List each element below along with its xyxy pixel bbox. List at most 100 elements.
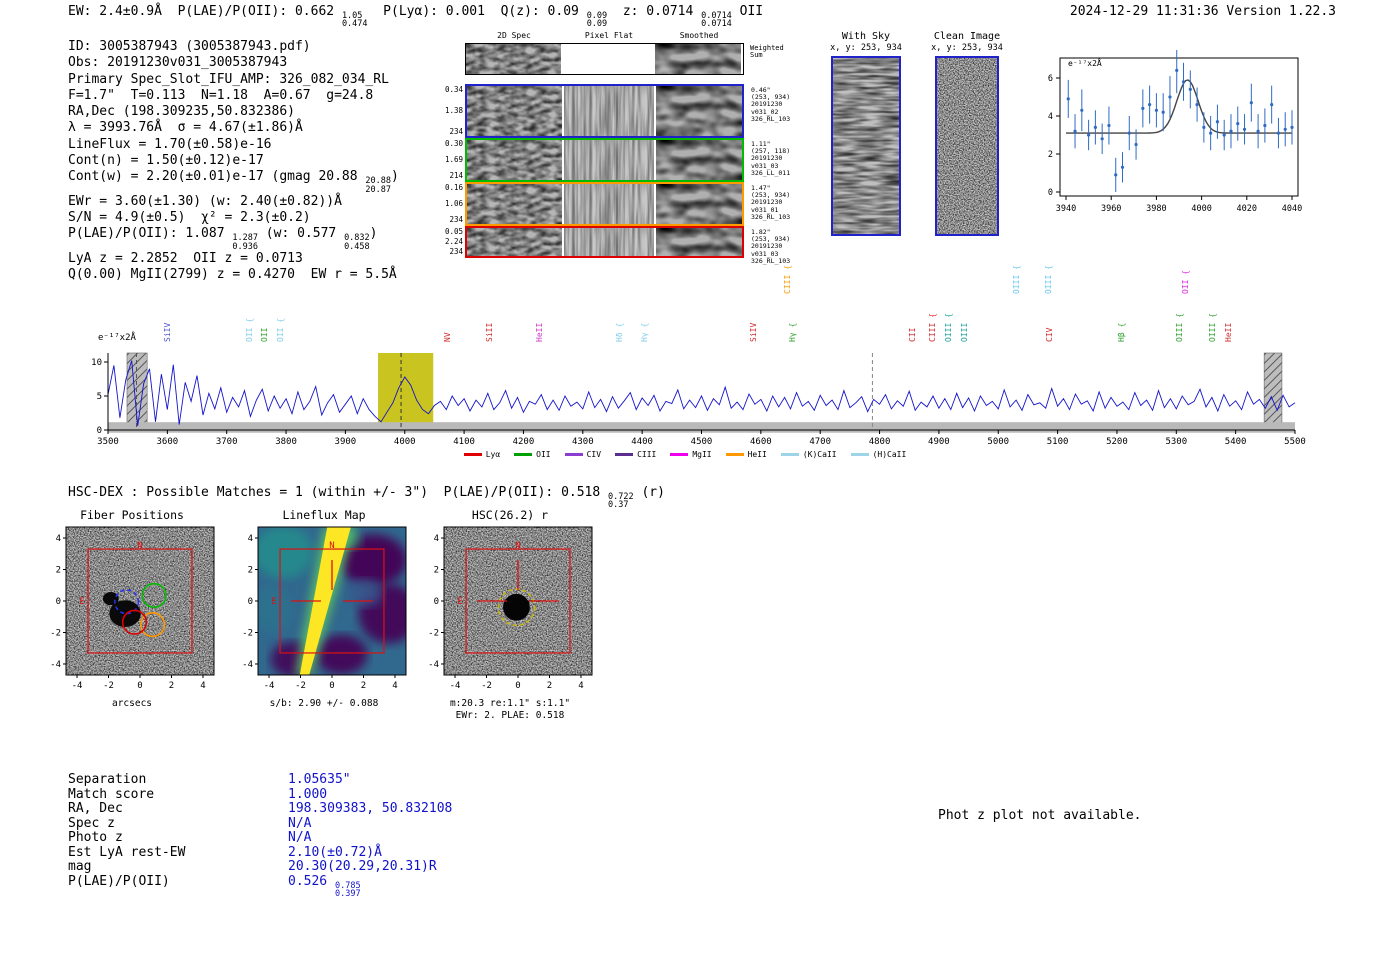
legend-item: (H)CaII xyxy=(850,450,907,459)
data-point xyxy=(1120,165,1125,169)
twod-cell-image xyxy=(467,86,562,136)
twod-row-scale-labels: 0.16 1.06 234 xyxy=(444,183,463,224)
fiber-positions-xlabel: arcsecs xyxy=(111,698,153,709)
legend-swatch xyxy=(725,453,744,456)
svg-text:5200: 5200 xyxy=(1106,437,1128,447)
svg-text:5500: 5500 xyxy=(1284,437,1306,447)
data-point xyxy=(1263,123,1267,128)
match-field-value: 20.30(20.29,20.31)R xyxy=(288,859,437,875)
info-line: Cont(n) = 1.50(±0.12)e-17 xyxy=(68,153,264,169)
svg-text:4300: 4300 xyxy=(572,437,594,447)
svg-text:3940: 3940 xyxy=(1056,204,1076,214)
with-sky-image xyxy=(831,56,901,236)
twod-cell-image xyxy=(655,44,741,74)
match-field-value: 0.526 0.785 0.397 xyxy=(288,873,361,900)
data-point xyxy=(1290,125,1294,129)
svg-text:5300: 5300 xyxy=(1165,437,1187,447)
data-point xyxy=(1080,108,1084,112)
info-line: λ = 3993.76Å σ = 4.67(±1.86)Å xyxy=(68,120,303,136)
spectrum-legend: Lyα OII CIV CIII MgII HeII (K)CaII (H)CaII xyxy=(60,450,1310,459)
svg-text:4000: 4000 xyxy=(394,437,416,447)
svg-text:5000: 5000 xyxy=(987,437,1009,447)
data-point xyxy=(1087,133,1091,137)
sup-sub-value: 0.785 0.397 xyxy=(334,880,361,900)
legend-label: (K)CaII xyxy=(802,450,837,459)
twod-row-scale-labels: 0.34 1.38 234 xyxy=(444,85,463,136)
masked-band xyxy=(1263,352,1283,431)
legend-swatch xyxy=(615,453,634,456)
data-point xyxy=(1209,131,1213,135)
data-point xyxy=(1242,127,1247,131)
lineflux-map-title: Lineflux Map xyxy=(282,508,366,522)
legend-item: HeII xyxy=(725,450,767,459)
svg-text:2: 2 xyxy=(248,566,253,576)
svg-text:-2: -2 xyxy=(481,681,492,691)
legend-item: CIV xyxy=(564,450,601,459)
full-spectrum-chart: 3500 3600 3700 3800 3900 4000 4100 4200 4300 4400… xyxy=(91,352,1306,447)
svg-text:3700: 3700 xyxy=(216,437,238,447)
svg-text:0: 0 xyxy=(56,597,61,607)
sup-sub-value: 0.09 0.09 xyxy=(586,11,608,30)
emission-line-label: OIII xyxy=(960,322,969,342)
emission-line-label: SiIV xyxy=(162,322,172,342)
emission-line-label: OII { xyxy=(276,317,286,342)
info-line: Obs: 20191230v031_3005387943 xyxy=(68,55,288,71)
twod-row-annotation: Weighted Sum xyxy=(750,44,784,60)
compass-north-label: N xyxy=(515,541,520,551)
hsc-r-xlabel2: EWr: 2. PLAE: 0.518 xyxy=(455,710,565,721)
sup-sub-value: 1.05 0.474 xyxy=(341,11,368,30)
svg-text:0: 0 xyxy=(137,681,142,691)
twod-cell-image xyxy=(466,44,561,74)
sup-sub-value: 0.0714 0.0714 xyxy=(701,11,732,30)
svg-text:4800: 4800 xyxy=(869,437,891,447)
emission-line-label: OII xyxy=(260,327,270,342)
svg-text:3500: 3500 xyxy=(97,437,119,447)
table-row: Spec z N/A xyxy=(68,816,452,831)
svg-text:3900: 3900 xyxy=(335,437,357,447)
with-sky-title: With Sky xyxy=(841,31,891,42)
compass-east-label: E xyxy=(271,597,276,607)
svg-text:4000: 4000 xyxy=(1191,204,1211,214)
legend-label: (H)CaII xyxy=(872,450,907,459)
match-field-label: P(LAE)/P(OII) xyxy=(68,873,170,889)
emission-line-label: Hβ { xyxy=(1116,322,1126,342)
match-field-label: Match score xyxy=(68,786,155,802)
emission-line-label: CIV xyxy=(1045,327,1055,342)
svg-text:-2: -2 xyxy=(242,628,253,638)
svg-text:-2: -2 xyxy=(103,681,114,691)
emission-line-label: HeII xyxy=(535,322,545,342)
data-point xyxy=(1256,129,1260,133)
svg-text:4040: 4040 xyxy=(1282,204,1302,214)
spectrum-line xyxy=(107,360,1296,426)
data-point xyxy=(1114,173,1118,177)
match-field-value: N/A xyxy=(288,815,312,831)
legend-item: (K)CaII xyxy=(780,450,837,459)
table-row: Photo z N/A xyxy=(68,830,452,845)
svg-text:4: 4 xyxy=(200,681,205,691)
match-field-label: Est LyA rest-EW xyxy=(68,844,186,860)
legend-item: MgII xyxy=(670,450,712,459)
phot-z-note: Phot z plot not available. xyxy=(938,808,1142,823)
svg-text:-4: -4 xyxy=(264,681,275,691)
table-row: P(LAE)/P(OII) 0.526 0.785 0.397 xyxy=(68,873,452,900)
data-point xyxy=(1181,80,1186,84)
legend-item: CIII xyxy=(615,450,656,459)
header-stats: EW: 2.4±0.9Å P(LAE)/P(OII): 0.662 1.05 0.… xyxy=(68,4,764,30)
elixer-report-page: EW: 2.4±0.9Å P(LAE)/P(OII): 0.662 1.05 0.… xyxy=(0,0,1400,953)
data-point xyxy=(1134,142,1138,147)
table-row: RA, Dec 198.309383, 50.832108 xyxy=(68,801,452,816)
twod-row-scale-labels: 0.30 1.69 214 xyxy=(444,139,463,180)
emission-line-label: SiIV xyxy=(748,322,758,342)
data-point xyxy=(1249,101,1253,105)
svg-text:4900: 4900 xyxy=(928,437,950,447)
timestamp-version: 2024-12-29 11:31:36 Version 1.22.3 xyxy=(1069,4,1336,19)
sup-sub-value: 1.287 0.936 xyxy=(232,233,258,252)
svg-text:-4: -4 xyxy=(428,660,439,670)
info-line: ID: 3005387943 (3005387943.pdf) xyxy=(68,39,311,54)
svg-text:0: 0 xyxy=(97,426,102,436)
data-point xyxy=(1276,131,1281,135)
legend-swatch xyxy=(514,453,533,456)
detection-highlight-band xyxy=(378,353,434,430)
data-point xyxy=(1195,103,1199,107)
match-field-label: Spec z xyxy=(68,815,115,831)
